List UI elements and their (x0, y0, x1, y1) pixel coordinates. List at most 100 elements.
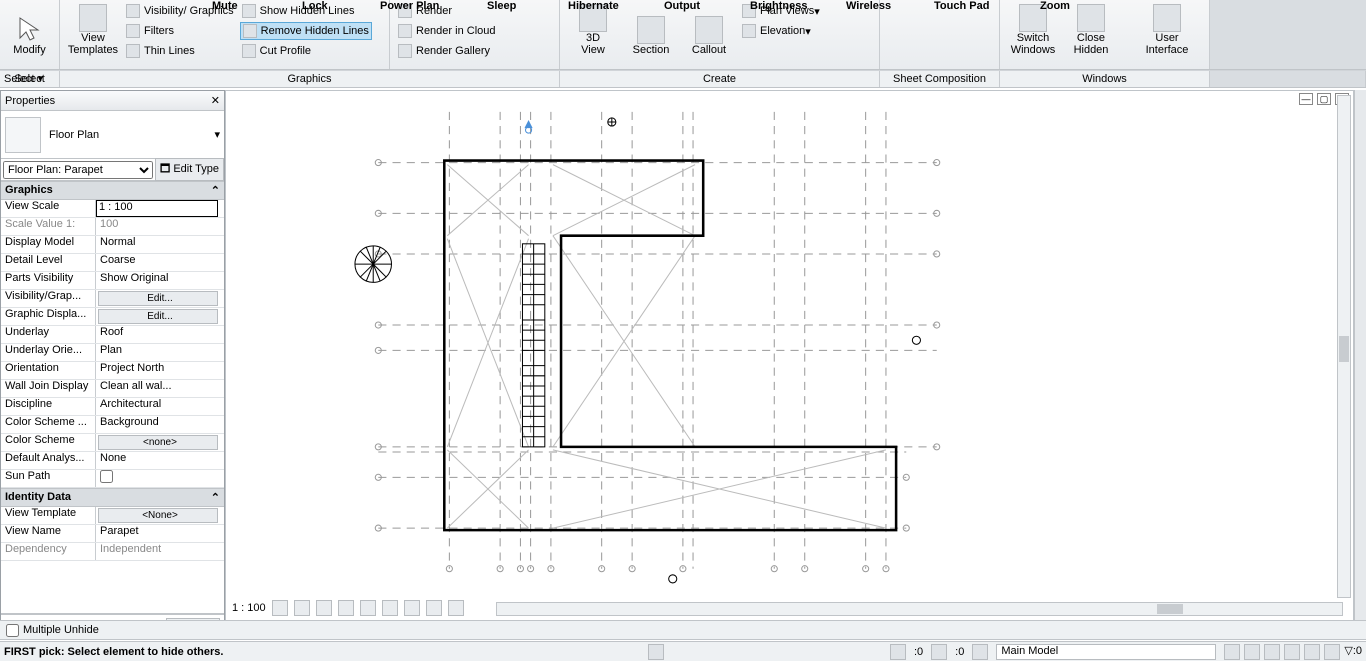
prop-color-scheme-loc[interactable]: Color Scheme ... (1, 416, 96, 433)
section-button[interactable]: Section (622, 2, 680, 58)
user-interface-icon (1153, 4, 1181, 32)
misc-icon-4[interactable] (844, 2, 858, 16)
prop-graphic-display[interactable]: Graphic Displa... (1, 308, 96, 325)
win-icon-3[interactable] (1122, 34, 1136, 48)
close-hidden-icon (1077, 4, 1105, 32)
vertical-scrollbar[interactable] (1337, 95, 1351, 598)
close-hidden-button[interactable]: Close Hidden (1062, 2, 1120, 58)
group-identity[interactable]: Identity Data⌃ (1, 488, 224, 507)
chevron-down-icon[interactable]: ▾ (214, 128, 220, 141)
view-canvas[interactable]: —▢✕ (225, 90, 1354, 621)
prop-view-name[interactable]: View Name (1, 525, 96, 542)
show-hidden-icon (242, 4, 256, 18)
status-r2-icon[interactable] (1244, 644, 1260, 660)
crop-icon[interactable] (360, 600, 376, 616)
misc-icon-5[interactable] (844, 18, 858, 32)
group-graphics[interactable]: Graphics⌃ (1, 181, 224, 200)
properties-title-bar[interactable]: Properties✕ (1, 91, 224, 111)
plan-views-button[interactable]: Plan Views ▾ (740, 2, 822, 20)
switch-windows-button[interactable]: Switch Windows (1004, 2, 1062, 58)
prop-parts-visibility[interactable]: Parts Visibility (1, 272, 96, 289)
misc-icon-3[interactable] (826, 34, 840, 48)
render-icon (398, 4, 412, 18)
show-hidden-lines-button[interactable]: Show Hidden Lines (240, 2, 372, 20)
thin-lines-button[interactable]: Thin Lines (124, 42, 236, 60)
type-selector[interactable]: Floor Plan ▾ (1, 111, 224, 159)
prop-detail-level[interactable]: Detail Level (1, 254, 96, 271)
crop-region-icon[interactable] (382, 600, 398, 616)
lock-3d-icon[interactable] (404, 600, 420, 616)
status-r1-icon[interactable] (1224, 644, 1240, 660)
sheet-icon-5[interactable] (904, 18, 918, 32)
status-r6-icon[interactable] (1324, 644, 1340, 660)
user-interface-button[interactable]: User Interface (1138, 2, 1196, 58)
status-r4-icon[interactable] (1284, 644, 1300, 660)
status-bar: FIRST pick: Select element to hide other… (0, 641, 1366, 661)
status-icon-4[interactable] (972, 644, 988, 660)
edit-type-button[interactable]: 🗖 Edit Type (155, 158, 224, 181)
prop-underlay-orient[interactable]: Underlay Orie... (1, 344, 96, 361)
sun-path-checkbox[interactable] (100, 470, 113, 483)
visibility-icon (126, 4, 140, 18)
sheet-icon-1[interactable] (886, 2, 900, 16)
select-dropdown[interactable]: Select ▾ (4, 72, 43, 85)
misc-icon-6[interactable] (844, 34, 858, 48)
view-minimize-icon[interactable]: — (1299, 93, 1313, 105)
status-icon-2[interactable] (890, 644, 906, 660)
elevation-button[interactable]: Elevation ▾ (740, 22, 822, 40)
horizontal-scrollbar[interactable] (496, 602, 1343, 616)
sun-path-icon[interactable] (316, 600, 332, 616)
properties-grid[interactable]: Graphics⌃ View Scale1 : 100 Scale Value … (1, 181, 224, 614)
callout-button[interactable]: Callout (680, 2, 738, 58)
prop-view-scale[interactable]: View Scale (1, 200, 96, 217)
view-templates-button[interactable]: View Templates (64, 2, 122, 58)
win-icon-1[interactable] (1122, 2, 1136, 16)
instance-selector[interactable]: Floor Plan: Parapet (3, 161, 153, 179)
filters-button[interactable]: Filters (124, 22, 236, 40)
render-gallery-button[interactable]: Render Gallery (396, 42, 498, 60)
visual-style-icon[interactable] (294, 600, 310, 616)
sheet-icon-6[interactable] (904, 34, 918, 48)
prop-view-template[interactable]: View Template (1, 507, 96, 524)
prop-discipline[interactable]: Discipline (1, 398, 96, 415)
win-icon-2[interactable] (1122, 18, 1136, 32)
group-label-graphics: Graphics (60, 71, 560, 87)
3d-view-button[interactable]: 3D View (564, 2, 622, 58)
sheet-icon-8[interactable] (922, 18, 936, 32)
remove-hidden-lines-button[interactable]: Remove Hidden Lines (240, 22, 372, 40)
status-count-2: :0 (955, 646, 964, 658)
visibility-graphics-button[interactable]: Visibility/ Graphics (124, 2, 236, 20)
prop-default-analysis[interactable]: Default Analys... (1, 452, 96, 469)
modify-button[interactable]: Modify (4, 2, 55, 58)
view-scale-display[interactable]: 1 : 100 (232, 602, 266, 614)
prop-sun-path[interactable]: Sun Path (1, 470, 96, 487)
view-maximize-icon[interactable]: ▢ (1317, 93, 1331, 105)
misc-icon-2[interactable] (826, 18, 840, 32)
render-cloud-button[interactable]: Render in Cloud (396, 22, 498, 40)
detail-level-icon[interactable] (272, 600, 288, 616)
sheet-icon-7[interactable] (922, 2, 936, 16)
sheet-icon-2[interactable] (886, 18, 900, 32)
cut-profile-button[interactable]: Cut Profile (240, 42, 372, 60)
prop-display-model[interactable]: Display Model (1, 236, 96, 253)
misc-icon-1[interactable] (826, 2, 840, 16)
status-icon-1[interactable] (648, 644, 664, 660)
multiple-unhide-checkbox[interactable] (6, 624, 19, 637)
sheet-icon-4[interactable] (904, 2, 918, 16)
prop-color-scheme[interactable]: Color Scheme (1, 434, 96, 451)
status-r3-icon[interactable] (1264, 644, 1280, 660)
prop-wall-join[interactable]: Wall Join Display (1, 380, 96, 397)
temp-hide-icon[interactable] (426, 600, 442, 616)
reveal-hidden-icon[interactable] (448, 600, 464, 616)
shadows-icon[interactable] (338, 600, 354, 616)
prop-orientation[interactable]: Orientation (1, 362, 96, 379)
sheet-icon-3[interactable] (886, 34, 900, 48)
workset-combo[interactable]: Main Model (996, 644, 1216, 660)
render-button[interactable]: Render (396, 2, 498, 20)
prop-underlay[interactable]: Underlay (1, 326, 96, 343)
view-control-bar[interactable]: 1 : 100 (232, 600, 464, 616)
status-icon-3[interactable] (931, 644, 947, 660)
close-icon[interactable]: ✕ (211, 94, 220, 107)
prop-vis-graphics[interactable]: Visibility/Grap... (1, 290, 96, 307)
status-r5-icon[interactable] (1304, 644, 1320, 660)
